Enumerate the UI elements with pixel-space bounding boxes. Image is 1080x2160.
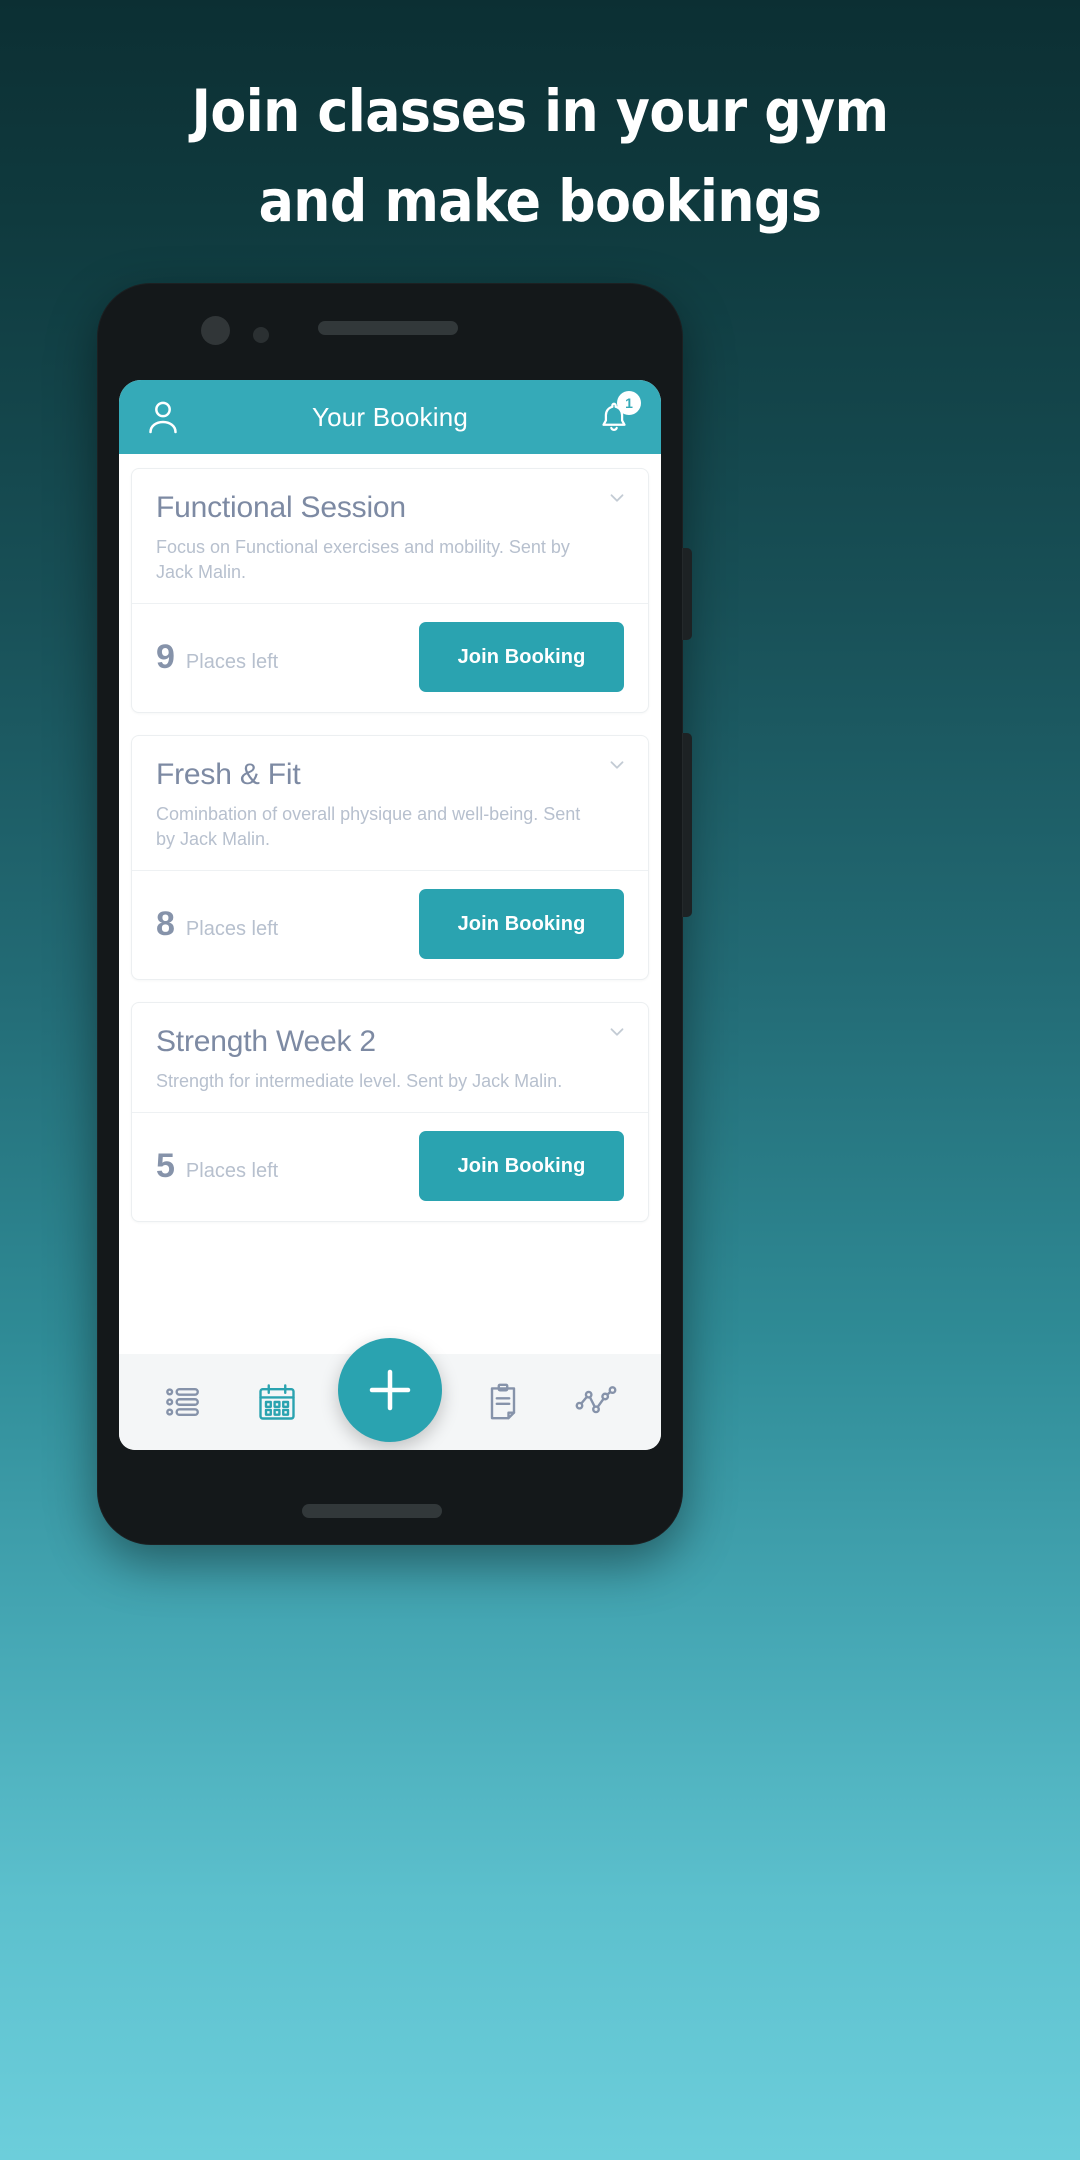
places-label: Places left bbox=[185, 918, 279, 940]
notifications-button[interactable]: 1 bbox=[591, 391, 641, 440]
phone-side-button-power bbox=[682, 733, 692, 917]
places-left: 8 Places left bbox=[156, 907, 278, 941]
nav-item-calendar[interactable] bbox=[242, 1367, 312, 1437]
person-icon[interactable] bbox=[143, 397, 183, 437]
plus-icon bbox=[363, 1363, 417, 1417]
booking-card-header: Fresh & Fit Cominbation of overall physi… bbox=[132, 736, 648, 871]
places-left: 9 Places left bbox=[156, 640, 278, 674]
nav-item-analytics[interactable] bbox=[561, 1367, 631, 1437]
calendar-icon bbox=[255, 1380, 299, 1424]
booking-description: Cominbation of overall physique and well… bbox=[156, 804, 581, 849]
bottom-navigation bbox=[119, 1338, 661, 1450]
bookings-list: Functional Session Focus on Functional e… bbox=[119, 454, 661, 1354]
analytics-chart-icon bbox=[574, 1380, 618, 1424]
booking-card[interactable]: Functional Session Focus on Functional e… bbox=[131, 468, 649, 713]
booking-description: Focus on Functional exercises and mobili… bbox=[156, 537, 570, 582]
places-left: 5 Places left bbox=[156, 1149, 278, 1183]
app-viewport: Your Booking 1 Functional Session Focus … bbox=[119, 380, 661, 1450]
app-bar: Your Booking 1 bbox=[119, 380, 661, 454]
earpiece-speaker bbox=[318, 321, 458, 335]
headline-line-1: Join classes in your gym bbox=[191, 77, 889, 145]
list-icon bbox=[162, 1380, 206, 1424]
places-label: Places left bbox=[185, 1160, 279, 1182]
promo-headline: Join classes in your gym and make bookin… bbox=[0, 72, 1080, 240]
booking-description: Strength for intermediate level. Sent by… bbox=[156, 1071, 563, 1091]
places-count: 5 bbox=[156, 1147, 175, 1185]
booking-card[interactable]: Strength Week 2 Strength for intermediat… bbox=[131, 1002, 649, 1222]
booking-card-footer: 5 Places left Join Booking bbox=[132, 1113, 648, 1221]
booking-card[interactable]: Fresh & Fit Cominbation of overall physi… bbox=[131, 735, 649, 980]
nav-item-clipboard[interactable] bbox=[468, 1367, 538, 1437]
booking-card-footer: 8 Places left Join Booking bbox=[132, 871, 648, 979]
promo-screenshot: Join classes in your gym and make bookin… bbox=[0, 0, 1080, 2160]
home-indicator-bar bbox=[302, 1504, 442, 1518]
join-booking-button[interactable]: Join Booking bbox=[419, 1131, 624, 1201]
booking-card-header: Functional Session Focus on Functional e… bbox=[132, 469, 648, 604]
proximity-sensor-icon bbox=[253, 327, 269, 343]
notification-count-badge: 1 bbox=[617, 391, 641, 415]
headline-line-2: and make bookings bbox=[258, 167, 822, 235]
clipboard-icon bbox=[481, 1380, 525, 1424]
phone-side-button-volume bbox=[682, 548, 692, 640]
join-booking-button[interactable]: Join Booking bbox=[419, 622, 624, 692]
booking-title: Fresh & Fit bbox=[156, 758, 301, 791]
places-count: 8 bbox=[156, 905, 175, 943]
add-booking-fab[interactable] bbox=[338, 1338, 442, 1442]
chevron-down-icon[interactable] bbox=[606, 487, 628, 509]
places-count: 9 bbox=[156, 638, 175, 676]
page-title: Your Booking bbox=[311, 401, 469, 432]
booking-title: Strength Week 2 bbox=[156, 1025, 376, 1058]
booking-card-footer: 9 Places left Join Booking bbox=[132, 604, 648, 712]
booking-card-header: Strength Week 2 Strength for intermediat… bbox=[132, 1003, 648, 1113]
nav-item-list[interactable] bbox=[149, 1367, 219, 1437]
places-label: Places left bbox=[185, 651, 279, 673]
chevron-down-icon[interactable] bbox=[606, 1021, 628, 1043]
booking-title: Functional Session bbox=[156, 491, 406, 524]
join-booking-button[interactable]: Join Booking bbox=[419, 889, 624, 959]
front-camera-icon bbox=[201, 316, 230, 345]
chevron-down-icon[interactable] bbox=[606, 754, 628, 776]
phone-mockup: Your Booking 1 Functional Session Focus … bbox=[97, 283, 692, 1545]
